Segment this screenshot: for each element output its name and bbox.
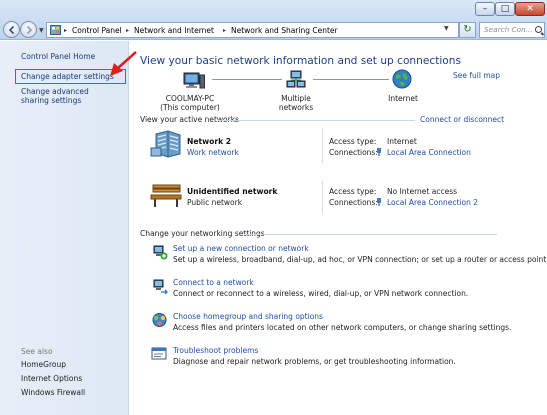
- forward-arrow-icon: [26, 25, 33, 35]
- multiple-networks-label: Multiple networks: [278, 94, 314, 112]
- map-connector: [212, 79, 282, 80]
- maximize-button[interactable]: □: [495, 2, 515, 16]
- search-placeholder: Search Con...: [484, 25, 533, 34]
- task-description: Set up a wireless, broadband, dial-up, a…: [173, 255, 547, 264]
- breadcrumb-control-panel[interactable]: Control Panel: [72, 25, 122, 36]
- homegroup-link[interactable]: HomeGroup: [21, 360, 66, 369]
- troubleshoot-icon: [151, 347, 167, 360]
- search-icon[interactable]: [535, 26, 542, 33]
- search-input[interactable]: Search Con...: [479, 22, 545, 38]
- internet-label: Internet: [388, 94, 418, 103]
- connections-label: Connections:: [329, 148, 378, 157]
- column-divider: [322, 180, 323, 214]
- address-bar[interactable]: ▸ Control Panel ▸ Network and Internet ▸…: [46, 22, 459, 38]
- map-node-multiple-networks: Multiple networks: [263, 94, 329, 112]
- minimize-button[interactable]: –: [475, 2, 495, 16]
- task-description: Diagnose and repair network problems, or…: [173, 357, 456, 366]
- multiple-networks-icon[interactable]: [286, 70, 306, 90]
- forward-button[interactable]: [20, 21, 37, 38]
- homegroup-sharing-options-link[interactable]: Choose homegroup and sharing options: [173, 312, 323, 321]
- internet-globe-icon[interactable]: [392, 69, 412, 89]
- task-description: Connect or reconnect to a wireless, wire…: [173, 289, 469, 298]
- access-type-value: Internet: [387, 137, 417, 146]
- connect-network-icon: [153, 279, 168, 294]
- connect-to-network-link[interactable]: Connect to a network: [173, 278, 254, 287]
- network-name: Unidentified network: [187, 187, 278, 196]
- breadcrumb-separator[interactable]: ▸: [126, 25, 129, 36]
- section-divider: [218, 120, 415, 121]
- access-type-value: No Internet access: [387, 187, 458, 196]
- setup-new-connection-link[interactable]: Set up a new connection or network: [173, 244, 309, 253]
- refresh-icon: ↻: [463, 24, 472, 35]
- map-node-this-computer: COOLMAY-PC (This computer): [158, 94, 222, 112]
- ethernet-icon: [377, 148, 381, 156]
- minimize-icon: –: [482, 4, 488, 14]
- back-arrow-icon: [8, 25, 15, 35]
- see-also-heading: See also: [21, 347, 53, 356]
- breadcrumb-separator[interactable]: ▸: [223, 25, 226, 36]
- left-navigation-pane: Control Panel Home Change adapter settin…: [0, 41, 129, 415]
- network-location-link[interactable]: Work network: [187, 148, 239, 157]
- connection-link[interactable]: Local Area Connection: [387, 148, 471, 157]
- refresh-button[interactable]: ↻: [459, 22, 476, 38]
- close-button[interactable]: ✕: [515, 2, 545, 16]
- network-name: Network 2: [187, 137, 232, 146]
- section-divider: [244, 234, 497, 235]
- see-full-map-link[interactable]: See full map: [453, 71, 500, 80]
- page-heading: View your basic network information and …: [140, 55, 462, 67]
- new-connection-icon: [153, 245, 168, 260]
- breadcrumb-network-and-sharing-center[interactable]: Network and Sharing Center: [231, 25, 338, 36]
- access-type-label: Access type:: [329, 187, 377, 196]
- computer-icon[interactable]: [183, 72, 205, 90]
- control-panel-icon: [50, 25, 61, 35]
- back-button[interactable]: [3, 21, 20, 38]
- close-icon: ✕: [526, 4, 534, 14]
- breadcrumb-separator[interactable]: ▸: [64, 25, 67, 36]
- breadcrumb-network-and-internet[interactable]: Network and Internet: [134, 25, 214, 36]
- work-network-icon[interactable]: [150, 130, 182, 158]
- address-history-dropdown[interactable]: ▼: [444, 25, 449, 32]
- title-bar: – □ ✕ ▼ ▸ Control Panel ▸ Network and In…: [0, 0, 547, 40]
- maximize-icon: □: [500, 4, 510, 14]
- annotation-arrow-icon: [110, 51, 137, 76]
- public-network-bench-icon[interactable]: [150, 182, 182, 208]
- change-advanced-sharing-settings-link[interactable]: Change advanced sharing settings: [21, 87, 119, 105]
- connection-link[interactable]: Local Area Connection 2: [387, 198, 478, 207]
- computer-sublabel: (This computer): [160, 103, 220, 112]
- map-node-internet: Internet: [380, 94, 426, 103]
- control-panel-home-link[interactable]: Control Panel Home: [21, 52, 95, 61]
- column-divider: [322, 128, 323, 164]
- access-type-label: Access type:: [329, 137, 377, 146]
- computer-name: COOLMAY-PC: [165, 94, 215, 103]
- ethernet-icon: [377, 198, 381, 206]
- homegroup-icon: [152, 313, 167, 327]
- troubleshoot-problems-link[interactable]: Troubleshoot problems: [173, 346, 258, 355]
- map-connector: [313, 79, 389, 80]
- windows-firewall-link[interactable]: Windows Firewall: [21, 388, 85, 397]
- internet-options-link[interactable]: Internet Options: [21, 374, 82, 383]
- network-location: Public network: [187, 198, 243, 207]
- connections-label: Connections:: [329, 198, 378, 207]
- connect-or-disconnect-link[interactable]: Connect or disconnect: [420, 115, 504, 124]
- recent-pages-dropdown[interactable]: ▼: [39, 27, 44, 34]
- task-description: Access files and printers located on oth…: [173, 323, 512, 332]
